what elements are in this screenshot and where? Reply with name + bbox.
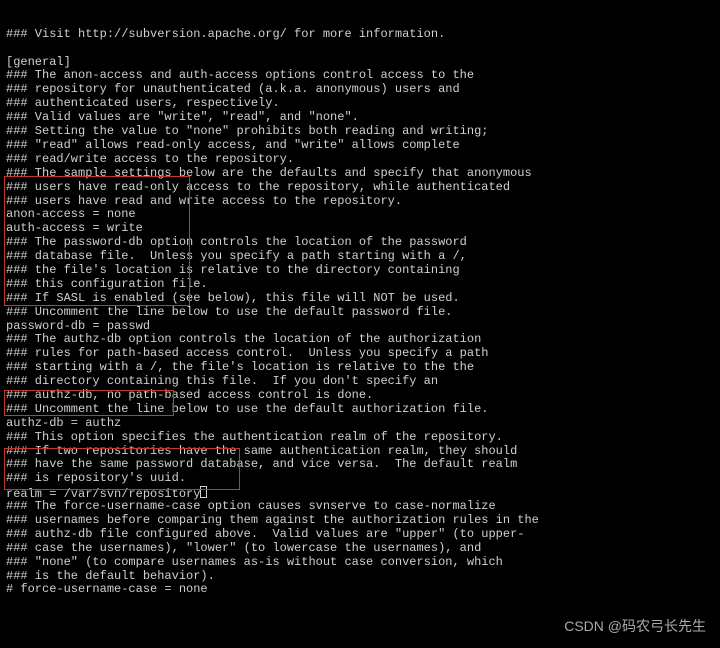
watermark-text: CSDN @码农弓长先生 [564,620,706,634]
config-line: ### is the default behavior). [6,570,720,584]
config-line: [general] [6,56,720,70]
config-line: password-db = passwd [6,320,720,334]
config-line: # force-username-case = none [6,583,720,597]
config-line: ### have the same password database, and… [6,458,720,472]
config-line: ### The password-db option controls the … [6,236,720,250]
config-line: ### "read" allows read-only access, and … [6,139,720,153]
config-line: ### If two repositories have the same au… [6,445,720,459]
config-file-content: ### Visit http://subversion.apache.org/ … [6,28,720,598]
config-line: ### database file. Unless you specify a … [6,250,720,264]
config-line: ### starting with a /, the file's locati… [6,361,720,375]
config-line: ### users have read-only access to the r… [6,181,720,195]
config-line: ### users have read and write access to … [6,195,720,209]
config-line: ### authz-db, no path-based access contr… [6,389,720,403]
config-line: ### The sample settings below are the de… [6,167,720,181]
config-line: ### If SASL is enabled (see below), this… [6,292,720,306]
config-line: anon-access = none [6,208,720,222]
config-line: ### "none" (to compare usernames as-is w… [6,556,720,570]
config-line: ### usernames before comparing them agai… [6,514,720,528]
config-line: ### The anon-access and auth-access opti… [6,69,720,83]
config-line: ### Valid values are "write", "read", an… [6,111,720,125]
config-line: ### authenticated users, respectively. [6,97,720,111]
config-line: ### authz-db file configured above. Vali… [6,528,720,542]
config-line: ### this configuration file. [6,278,720,292]
config-line [6,42,720,56]
config-line: ### directory containing this file. If y… [6,375,720,389]
config-line: ### Visit http://subversion.apache.org/ … [6,28,720,42]
config-line: auth-access = write [6,222,720,236]
config-line: ### Setting the value to "none" prohibit… [6,125,720,139]
config-line: ### Uncomment the line below to use the … [6,306,720,320]
config-line: ### rules for path-based access control.… [6,347,720,361]
config-line: ### This option specifies the authentica… [6,431,720,445]
config-line: ### repository for unauthenticated (a.k.… [6,83,720,97]
config-line: ### is repository's uuid. [6,472,720,486]
config-line: ### Uncomment the line below to use the … [6,403,720,417]
config-line: ### case the usernames), "lower" (to low… [6,542,720,556]
config-line: realm = /var/svn/repository [6,486,720,500]
config-line: ### The force-username-case option cause… [6,500,720,514]
config-line: ### read/write access to the repository. [6,153,720,167]
config-line: ### The authz-db option controls the loc… [6,333,720,347]
config-line: authz-db = authz [6,417,720,431]
config-line: ### the file's location is relative to t… [6,264,720,278]
terminal-view: ### Visit http://subversion.apache.org/ … [0,0,720,648]
cursor [200,486,207,498]
